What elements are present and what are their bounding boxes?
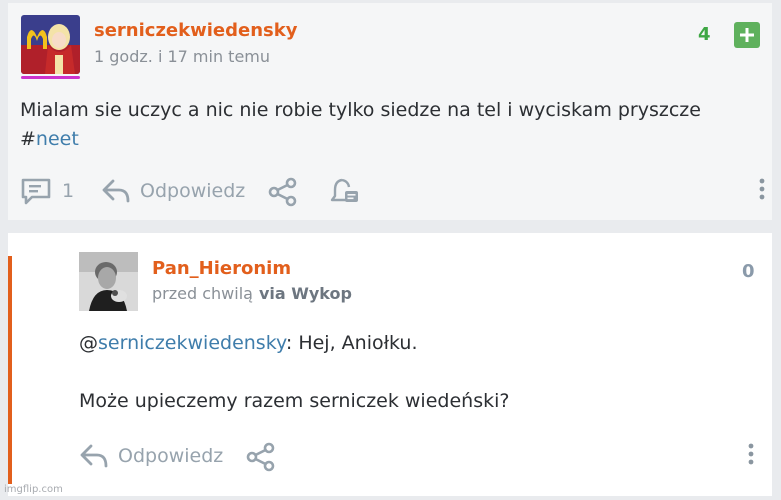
mention-link[interactable]: serniczekwiedensky	[98, 332, 286, 354]
comment-reply-label: Odpowiedz	[118, 445, 224, 467]
comment-reply-button[interactable]: Odpowiedz	[79, 442, 223, 470]
comment-line-1: @serniczekwiedensky: Hej, Aniołku.	[79, 329, 759, 358]
comment-count: 1	[62, 180, 75, 202]
more-button[interactable]	[758, 177, 766, 201]
tag-link[interactable]: neet	[36, 128, 79, 150]
avatar-image	[21, 15, 80, 74]
watermark: imgflip.com	[4, 484, 63, 495]
avatar-underline	[21, 76, 80, 79]
reply-button[interactable]: Odpowiedz	[101, 177, 245, 205]
share-button[interactable]	[267, 177, 299, 207]
comment-avatar[interactable]	[79, 252, 138, 311]
plus-button[interactable]	[734, 22, 760, 48]
comment-line-1-rest: : Hej, Aniołku.	[285, 332, 418, 354]
comment-card: Pan_Hieronim przed chwilą via Wykop 0 @se…	[8, 233, 772, 496]
comment-time[interactable]: przed chwilą	[152, 284, 253, 303]
avatar[interactable]	[21, 15, 80, 74]
entry-actions: 1 Odpowiedz	[20, 177, 765, 209]
share-icon	[267, 177, 299, 207]
comment-line-2: Może upieczemy razem serniczek wiedeński…	[79, 390, 510, 412]
entry-body: Mialam sie uczyc a nic nie robie tylko s…	[20, 96, 760, 154]
comment-share-button[interactable]	[245, 442, 277, 472]
entry-card: serniczekwiedensky 1 godz. i 17 min temu…	[8, 3, 772, 220]
author-name[interactable]: serniczekwiedensky	[94, 20, 297, 41]
more-vertical-icon	[747, 442, 755, 466]
more-vertical-icon	[758, 177, 766, 201]
reply-arrow-icon	[101, 177, 131, 205]
comments-button[interactable]: 1	[20, 177, 74, 205]
mention-prefix: @	[79, 332, 98, 354]
new-comment-indicator	[8, 256, 12, 484]
plus-icon	[740, 28, 754, 42]
comment-author-name[interactable]: Pan_Hieronim	[152, 258, 291, 279]
comment-vote-count: 0	[742, 261, 755, 282]
vote-count: 4	[698, 24, 711, 45]
hash-sign: #	[20, 128, 36, 150]
comment-more-button[interactable]	[747, 442, 755, 466]
entry-text: Mialam sie uczyc a nic nie robie tylko s…	[20, 99, 701, 121]
reply-arrow-icon	[79, 442, 109, 470]
via-source: via Wykop	[258, 284, 352, 303]
comment-actions: Odpowiedz	[79, 442, 769, 474]
avatar-image	[79, 252, 138, 311]
notify-button[interactable]	[329, 177, 361, 207]
reply-label: Odpowiedz	[140, 180, 246, 202]
share-icon	[245, 442, 277, 472]
comments-icon	[20, 177, 52, 205]
post-time[interactable]: 1 godz. i 17 min temu	[94, 47, 270, 66]
comment-time-line: przed chwilą via Wykop	[152, 284, 352, 303]
notify-bell-icon	[329, 177, 361, 207]
comment-body: @serniczekwiedensky: Hej, Aniołku. Może …	[79, 329, 759, 416]
